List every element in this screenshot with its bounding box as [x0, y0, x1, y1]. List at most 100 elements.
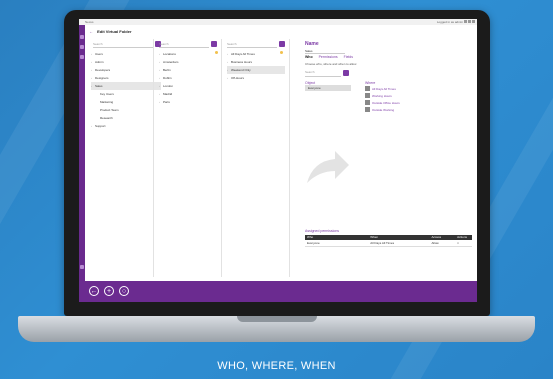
minimize-button[interactable]	[464, 20, 467, 23]
arrow-icon	[307, 151, 349, 183]
add-button[interactable]: +	[104, 286, 114, 296]
chevron-right-icon: ›	[227, 60, 228, 64]
chevron-right-icon: ›	[91, 68, 92, 72]
chevron-right-icon: ›	[91, 76, 92, 80]
chevron-right-icon: ›	[159, 68, 160, 72]
list-item[interactable]: › Users	[91, 50, 161, 58]
list-item-label: Marketing	[100, 100, 114, 104]
table-row[interactable]: Everyone All Days All Times Allow ×	[305, 240, 472, 247]
where-item-label: Outside Office Hours	[372, 100, 400, 105]
list-item[interactable]: Key Users	[91, 90, 161, 98]
delete-icon[interactable]: ×	[457, 240, 472, 246]
where-item[interactable]: Outside Office Hours	[365, 99, 425, 106]
name-field[interactable]: Sales	[305, 49, 345, 54]
search-input[interactable]: Search	[93, 41, 161, 48]
divider	[153, 39, 154, 277]
list-item[interactable]: › Designers	[91, 74, 161, 82]
where-item[interactable]: Working Hours	[365, 92, 425, 99]
list-item[interactable]: › London	[159, 82, 219, 90]
where-item[interactable]: All Days All Times	[365, 85, 425, 92]
list-item[interactable]: Product Team	[91, 106, 161, 114]
list-item-label: London	[163, 84, 174, 88]
back-button[interactable]: ←	[89, 286, 99, 296]
list-item-label: Designers	[95, 76, 109, 80]
panel-search-input[interactable]: Search	[305, 70, 349, 77]
where-item-label: Working Hours	[372, 93, 392, 98]
search-button[interactable]	[279, 41, 285, 47]
locations-column: › Locations › Amsterdam › Berlin › Dublin › Londo…	[159, 50, 219, 106]
search-button[interactable]	[211, 41, 217, 47]
chevron-right-icon: ›	[159, 92, 160, 96]
divider	[221, 39, 222, 277]
list-item[interactable]: › Locations	[159, 50, 219, 58]
list-item[interactable]: › Business Hours	[227, 58, 285, 66]
divider	[289, 39, 290, 277]
where-item[interactable]: Outside Working	[365, 106, 425, 113]
tab-who[interactable]: Who	[305, 55, 313, 59]
back-arrow-icon[interactable]: ←	[89, 29, 93, 34]
who-item[interactable]: Everyone	[305, 85, 351, 91]
bottom-action-bar: ← + ○	[79, 281, 477, 302]
list-item-label: All Days All Times	[231, 52, 255, 56]
nav-icon[interactable]	[80, 35, 84, 39]
list-item-label: Locations	[163, 52, 176, 56]
table-title: Assigned permissions	[305, 229, 340, 233]
hint-text: Choose who, where and when to allow	[305, 62, 357, 66]
app-window: Nexus Logged in as admin ← Edit Virtual …	[79, 19, 477, 302]
schedule-icon	[365, 86, 370, 91]
list-item-label: Dublin	[163, 76, 172, 80]
chevron-right-icon: ›	[159, 76, 160, 80]
search-input[interactable]: Search	[159, 41, 217, 48]
list-item[interactable]: › Dublin	[159, 74, 219, 82]
table-cell: Allow	[431, 241, 439, 245]
list-item[interactable]: Marketing	[91, 98, 161, 106]
schedule-icon	[365, 100, 370, 105]
chevron-right-icon: ›	[227, 52, 228, 56]
list-item[interactable]: Research	[91, 114, 161, 122]
nav-icon[interactable]	[80, 45, 84, 49]
chevron-right-icon: ›	[227, 76, 228, 80]
list-item[interactable]: › Support	[91, 122, 161, 130]
chevron-right-icon: ›	[91, 124, 92, 128]
list-item[interactable]: › Sales	[91, 82, 161, 90]
titlebar-user: Logged in as admin	[436, 20, 463, 24]
panel-title: Name	[305, 41, 319, 47]
page-header: ← Edit Virtual Folder	[89, 29, 132, 34]
where-item-label: Outside Working	[372, 107, 395, 112]
list-item[interactable]: › Amsterdam	[159, 58, 219, 66]
search-button[interactable]	[343, 70, 349, 76]
close-button[interactable]	[472, 20, 475, 23]
chevron-right-icon: ›	[91, 84, 92, 88]
who-section: Object Everyone	[305, 81, 351, 91]
schedules-column: › All Days All Times › Business Hours › Weeke…	[227, 50, 285, 82]
laptop-notch	[237, 316, 317, 322]
list-item-label: Business Hours	[231, 60, 253, 64]
list-item[interactable]: › Weekend Only	[227, 66, 285, 74]
list-item-label: Admin	[95, 60, 104, 64]
table-cell: All Days All Times	[370, 241, 395, 245]
list-item-label: Paris	[163, 100, 170, 104]
search-input[interactable]: Search	[227, 41, 285, 48]
chevron-right-icon: ›	[159, 52, 160, 56]
nav-icon[interactable]	[80, 265, 84, 269]
list-item[interactable]: › Admin	[91, 58, 161, 66]
options-button[interactable]: ○	[119, 286, 129, 296]
tab-bar: Who Permissions Fields	[305, 55, 353, 59]
list-item[interactable]: › Madrid	[159, 90, 219, 98]
tab-permissions[interactable]: Permissions	[319, 55, 338, 59]
chevron-right-icon: ›	[227, 68, 228, 72]
list-item[interactable]: › Developers	[91, 66, 161, 74]
list-item-label: Key Users	[100, 92, 114, 96]
list-item[interactable]: › All Days All Times	[227, 50, 285, 58]
where-list: All Days All Times Working Hours Outside O…	[365, 85, 425, 113]
tab-fields[interactable]: Fields	[344, 55, 353, 59]
nav-icon[interactable]	[80, 55, 84, 59]
list-item-label: Amsterdam	[163, 60, 179, 64]
table-cell: Everyone	[307, 241, 320, 245]
maximize-button[interactable]	[468, 20, 471, 23]
groups-column: › Users › Admin › Developers › Designers › Sales K…	[91, 50, 161, 130]
list-item[interactable]: › Berlin	[159, 66, 219, 74]
list-item[interactable]: › Paris	[159, 98, 219, 106]
list-item-label: Users	[95, 52, 103, 56]
list-item[interactable]: › Off-Hours	[227, 74, 285, 82]
